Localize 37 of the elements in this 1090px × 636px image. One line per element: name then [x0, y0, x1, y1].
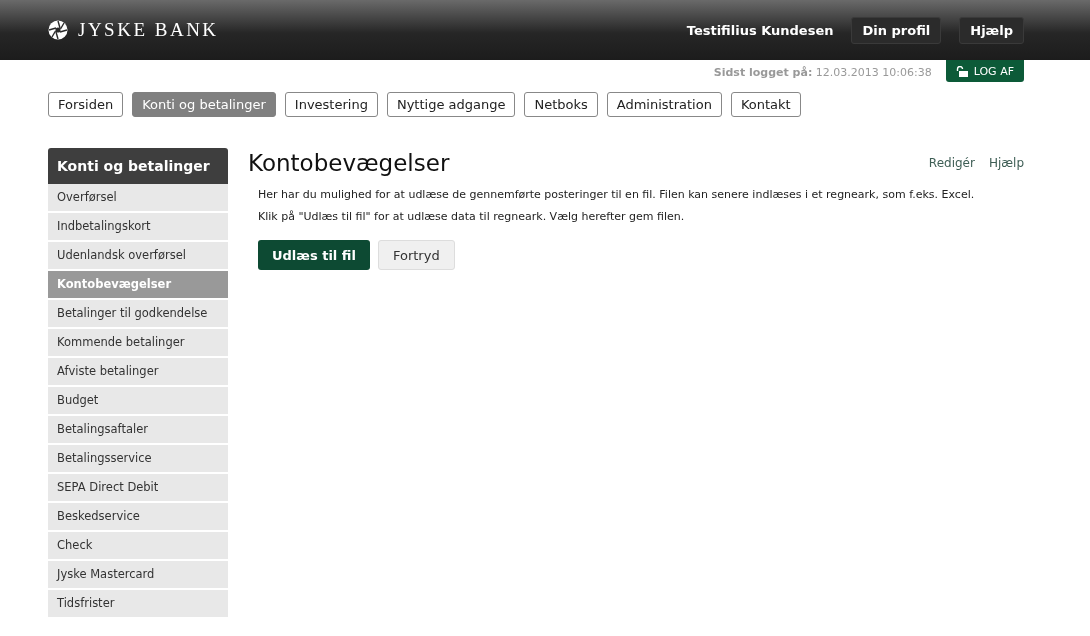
logo-text: JYSKE BANK [78, 19, 219, 41]
nav-tab[interactable]: Nyttige adgange [386, 92, 516, 117]
sidebar-item[interactable]: Indbetalingskort [48, 213, 228, 242]
sidebar-item[interactable]: Beskedservice [48, 503, 228, 532]
nav-tab[interactable]: Kontakt [730, 92, 801, 117]
sidebar-title: Konti og betalinger [48, 148, 228, 184]
page-link[interactable]: Hjælp [988, 156, 1024, 170]
user-name: Testifilius Kundesen [686, 22, 834, 38]
nav-tab[interactable]: Konti og betalinger [132, 92, 276, 117]
nav-tab[interactable]: Forsiden [48, 92, 124, 117]
sidebar-item[interactable]: Udenlandsk overførsel [48, 242, 228, 271]
sidebar-item[interactable]: Betalingsservice [48, 445, 228, 474]
description-text: Klik på "Udlæs til fil" for at udlæse data til regneark. Vælg herefter gem filen. [258, 209, 686, 225]
logo-icon [48, 20, 68, 40]
logout-button[interactable]: LOG AF [945, 60, 1024, 82]
page-link[interactable]: Redigér [928, 156, 975, 170]
sidebar-item[interactable]: Jyske Mastercard [48, 561, 228, 590]
export-button[interactable]: Udlæs til fil [258, 240, 370, 270]
description-text: Her har du mulighed for at udlæse de gennemførte posteringer til en fil. Filen kan senere indlæses i et regneark, som f.eks. Excel. [258, 187, 976, 203]
nav-tab[interactable]: Administration [606, 92, 722, 117]
nav-tab[interactable]: Investering [284, 92, 378, 117]
sidebar-item[interactable]: Betalingsaftaler [48, 416, 228, 445]
sidebar-item[interactable]: Tidsfrister [48, 590, 228, 619]
cancel-button[interactable]: Fortryd [377, 240, 455, 270]
sidebar-item[interactable]: Afviste betalinger [48, 358, 228, 387]
page-title: Kontobevægelser [248, 149, 450, 178]
sidebar-item[interactable]: Budget [48, 387, 228, 416]
sidebar-item[interactable]: SEPA Direct Debit [48, 474, 228, 503]
last-login-text: Sidst logget på: 12.03.2013 10:06:38 [713, 65, 932, 79]
header-button[interactable]: Din profil [851, 16, 942, 44]
sidebar-item[interactable]: Overførsel [48, 184, 228, 213]
sidebar-item[interactable]: Kommende betalinger [48, 329, 228, 358]
sidebar-item[interactable]: Betalinger til godkendelse [48, 300, 228, 329]
nav-tab[interactable]: Netboks [524, 92, 598, 117]
unlocked-padlock-icon [955, 65, 968, 77]
sidebar-item[interactable]: Check [48, 532, 228, 561]
header-button[interactable]: Hjælp [959, 16, 1024, 44]
